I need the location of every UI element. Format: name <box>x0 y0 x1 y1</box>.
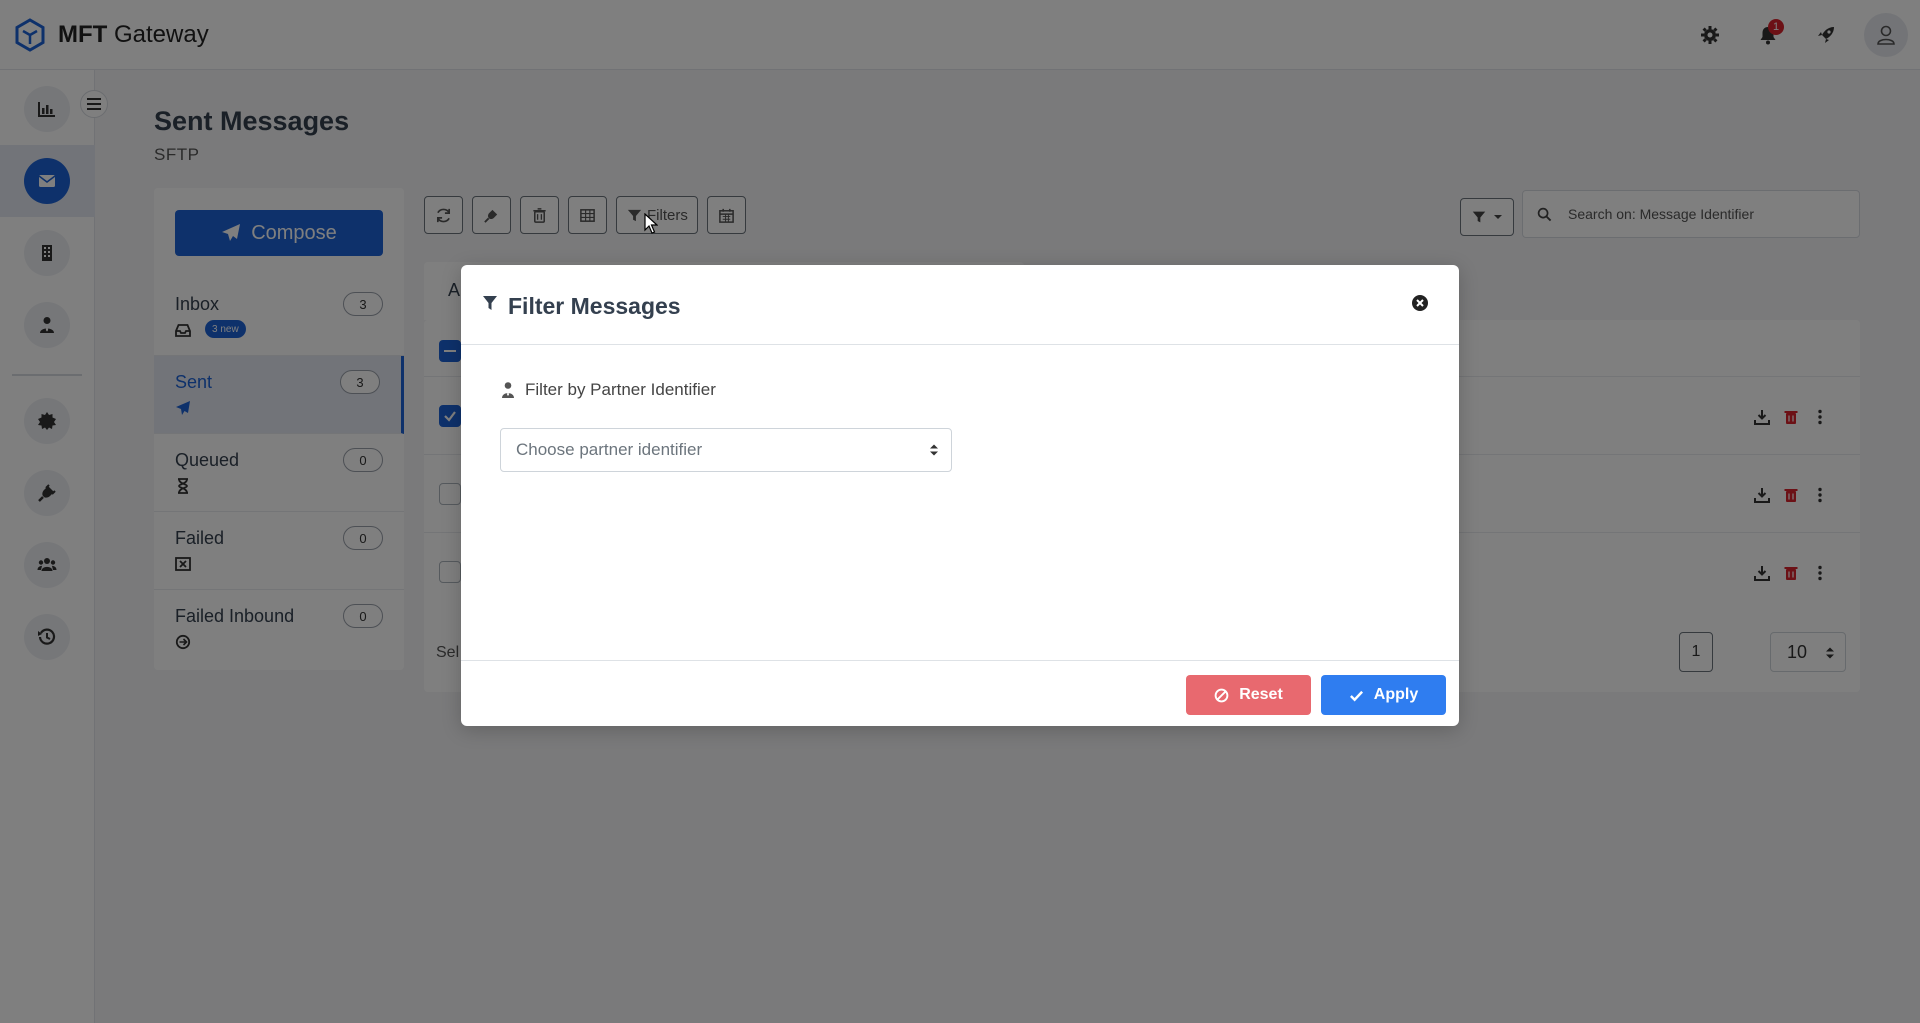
filter-messages-modal: Filter Messages Filter by Partner Identi… <box>461 265 1459 726</box>
reset-button[interactable]: Reset <box>1186 675 1311 715</box>
close-icon <box>1412 295 1428 311</box>
partner-identifier-select[interactable]: Choose partner identifier <box>500 428 952 472</box>
modal-title: Filter Messages <box>508 293 681 319</box>
mouse-cursor-icon <box>644 213 658 234</box>
user-tie-icon <box>502 382 514 398</box>
ban-icon <box>1214 688 1229 702</box>
partner-filter-label: Filter by Partner Identifier <box>501 380 716 400</box>
close-button[interactable] <box>1411 294 1429 312</box>
funnel-icon <box>483 296 497 310</box>
modal-header: Filter Messages <box>461 265 1459 345</box>
apply-button[interactable]: Apply <box>1321 675 1446 715</box>
modal-footer: Reset Apply <box>461 660 1459 726</box>
check-icon <box>1349 690 1363 701</box>
sort-arrows-icon <box>930 444 938 456</box>
